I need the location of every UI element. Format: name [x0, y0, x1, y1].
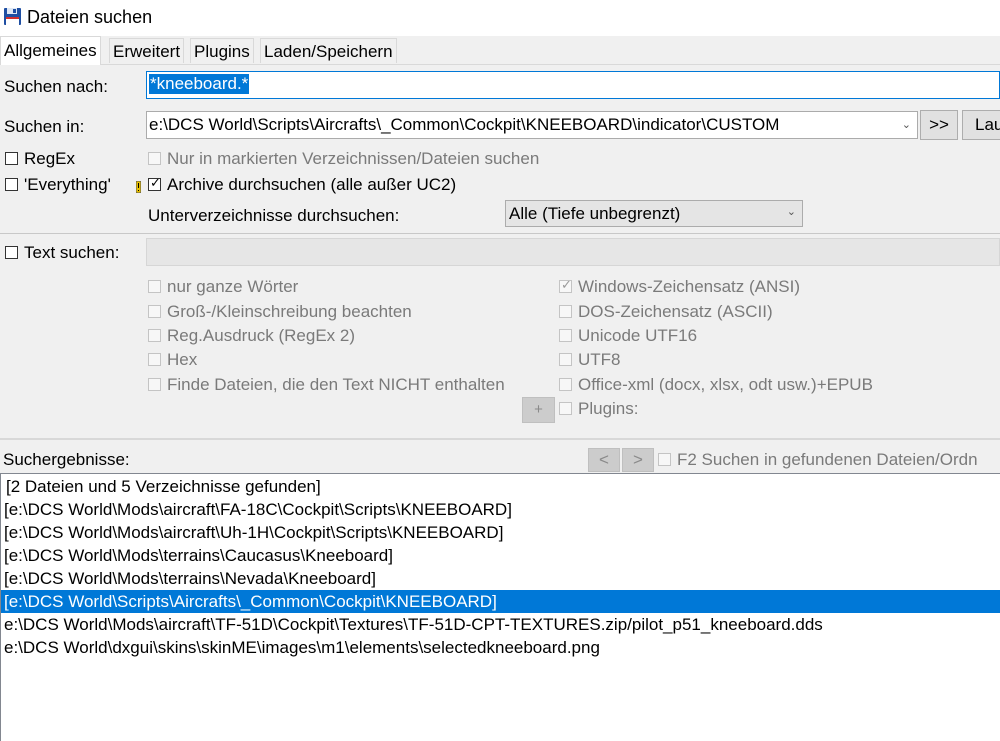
prev-result-button[interactable]: <	[588, 448, 620, 472]
chevron-down-icon: ⌄	[786, 206, 796, 218]
list-item[interactable]: [2 Dateien und 5 Verzeichnisse gefunden]	[1, 475, 1000, 498]
plugins-label: Plugins:	[578, 399, 639, 418]
archives-checkbox[interactable]: ✓	[148, 175, 161, 191]
list-item[interactable]: [e:\DCS World\Mods\aircraft\FA-18C\Cockp…	[1, 498, 1000, 521]
text-search-checkbox[interactable]	[5, 246, 18, 259]
regex2-label: Reg.Ausdruck (RegEx 2)	[167, 326, 356, 345]
hex-label: Hex	[167, 350, 198, 369]
ansi-checkbox[interactable]: ✓	[559, 277, 572, 293]
start-search-button[interactable]: Lau	[962, 110, 1000, 140]
utf16-label: Unicode UTF16	[578, 326, 698, 345]
subdirs-label: Unterverzeichnisse durchsuchen:	[148, 206, 400, 225]
archives-label: Archive durchsuchen (alle außer UC2)	[167, 175, 457, 194]
hex-checkbox[interactable]	[148, 353, 161, 366]
regex-label: RegEx	[24, 149, 76, 168]
search-for-value: *kneeboard.*	[149, 74, 250, 94]
utf16-checkbox[interactable]	[559, 329, 572, 342]
not-containing-label: Finde Dateien, die den Text NICHT enthal…	[167, 375, 505, 394]
regex-checkbox[interactable]	[5, 152, 18, 165]
list-item[interactable]: [e:\DCS World\Mods\terrains\Caucasus\Kne…	[1, 544, 1000, 567]
office-xml-checkbox[interactable]	[559, 378, 572, 391]
everything-label: 'Everything'	[24, 175, 111, 194]
ascii-checkbox[interactable]	[559, 305, 572, 318]
window-title: Dateien suchen	[27, 7, 153, 27]
case-sensitive-label: Groß-/Kleinschreibung beachten	[167, 302, 412, 321]
separator	[0, 438, 1000, 440]
subdirs-select[interactable]: Alle (Tiefe unbegrenzt) ⌄	[505, 200, 803, 227]
warning-icon	[135, 178, 142, 194]
list-item-selected[interactable]: [e:\DCS World\Scripts\Aircrafts\_Common\…	[1, 590, 1000, 613]
only-marked-checkbox[interactable]	[148, 152, 161, 165]
list-item[interactable]: [e:\DCS World\Mods\aircraft\Uh-1H\Cockpi…	[1, 521, 1000, 544]
tab-bar: Allgemeines Erweitert Plugins Laden/Spei…	[0, 36, 1000, 65]
subdirs-value: Alle (Tiefe unbegrenzt)	[509, 204, 681, 223]
tab-allgemeines[interactable]: Allgemeines	[0, 36, 101, 65]
office-xml-label: Office-xml (docx, xlsx, odt usw.)+EPUB	[578, 375, 873, 394]
floppy-disk-icon	[3, 7, 22, 26]
results-label: Suchergebnisse:	[3, 450, 130, 469]
plugins-checkbox[interactable]	[559, 402, 572, 415]
whole-words-checkbox[interactable]	[148, 280, 161, 293]
f2-search-checkbox[interactable]	[658, 453, 671, 466]
case-sensitive-checkbox[interactable]	[148, 305, 161, 318]
results-list[interactable]: [2 Dateien und 5 Verzeichnisse gefunden]…	[0, 473, 1000, 741]
search-for-input[interactable]: *kneeboard.*	[146, 71, 1000, 99]
f2-search-label: F2 Suchen in gefundenen Dateien/Ordn	[677, 450, 978, 469]
tab-erweitert[interactable]: Erweitert	[109, 38, 185, 63]
not-containing-checkbox[interactable]	[148, 378, 161, 391]
search-for-label: Suchen nach:	[4, 77, 108, 96]
whole-words-label: nur ganze Wörter	[167, 277, 299, 296]
utf8-label: UTF8	[578, 350, 621, 369]
search-in-label: Suchen in:	[4, 117, 85, 136]
list-item[interactable]: e:\DCS World\Mods\aircraft\TF-51D\Cockpi…	[1, 613, 1000, 636]
search-in-combobox[interactable]: e:\DCS World\Scripts\Aircrafts\_Common\C…	[146, 111, 918, 139]
everything-checkbox[interactable]	[5, 178, 18, 191]
ascii-label: DOS-Zeichensatz (ASCII)	[578, 302, 773, 321]
search-in-value: e:\DCS World\Scripts\Aircrafts\_Common\C…	[149, 115, 780, 134]
separator	[0, 233, 1000, 234]
browse-button[interactable]: >>	[920, 110, 958, 140]
ansi-label: Windows-Zeichensatz (ANSI)	[578, 277, 801, 296]
text-search-input[interactable]	[146, 238, 1000, 266]
only-marked-label: Nur in markierten Verzeichnissen/Dateien…	[167, 149, 540, 168]
plugins-add-button[interactable]: +	[522, 397, 555, 423]
next-result-button[interactable]: >	[622, 448, 654, 472]
list-item[interactable]: [e:\DCS World\Mods\terrains\Nevada\Kneeb…	[1, 567, 1000, 590]
tab-laden-speichern[interactable]: Laden/Speichern	[260, 38, 397, 63]
chevron-down-icon[interactable]: ⌄	[902, 118, 911, 131]
utf8-checkbox[interactable]	[559, 353, 572, 366]
list-item[interactable]: e:\DCS World\dxgui\skins\skinME\images\m…	[1, 636, 1000, 659]
text-search-label: Text suchen:	[24, 243, 120, 262]
tab-plugins[interactable]: Plugins	[190, 38, 254, 63]
regex2-checkbox[interactable]	[148, 329, 161, 342]
